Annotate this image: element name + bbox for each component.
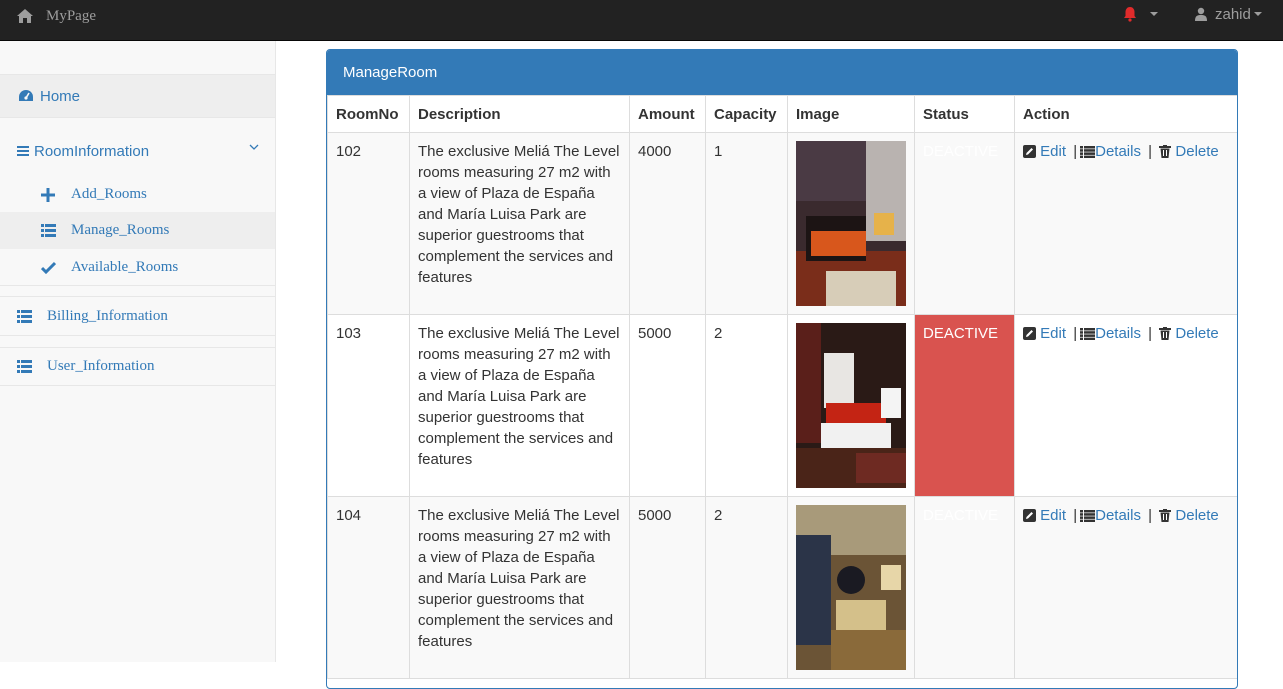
rooms-table: RoomNo Description Amount Capacity Image…: [327, 95, 1237, 679]
sidebar-item-label: Home: [40, 87, 81, 105]
list-icon: [17, 360, 32, 373]
room-no: 103: [327, 314, 410, 497]
user-name: zahid: [1215, 5, 1251, 23]
sidebar-item-label: RoomInformation: [34, 142, 150, 160]
sidebar-item-label: Add_Rooms: [71, 186, 147, 202]
action-separator: |: [1073, 507, 1078, 524]
sidebar-item-roominformation[interactable]: RoomInformation: [0, 129, 275, 173]
delete-link[interactable]: Delete: [1175, 143, 1218, 160]
column-header: Amount: [629, 95, 706, 133]
chevron-down-icon: [1253, 12, 1262, 16]
room-no: 104: [327, 496, 410, 679]
room-image-cell: [787, 314, 915, 497]
trash-icon: [1159, 509, 1172, 522]
sidebar-item-label: Manage_Rooms: [71, 222, 170, 238]
column-header: Image: [787, 95, 915, 133]
room-amount: 4000: [629, 132, 706, 315]
table-row: 102 The exclusive Meliá The Level rooms …: [327, 132, 1237, 315]
manage-room-panel: ManageRoom RoomNo Description Amount Cap…: [326, 49, 1238, 689]
sidebar-item-label: User_Information: [47, 358, 155, 374]
bell-icon: [1124, 7, 1136, 22]
panel-title: ManageRoom: [327, 50, 1237, 95]
sidebar-item-label: Billing_Information: [47, 307, 168, 324]
sidebar-subitem-add-rooms[interactable]: Add_Rooms: [0, 176, 275, 213]
status-badge: DEACTIVE: [914, 314, 1015, 497]
chevron-down-icon: [1150, 12, 1158, 16]
sidebar-subitem-manage-rooms[interactable]: Manage_Rooms: [0, 212, 275, 249]
list-icon: [1080, 328, 1096, 340]
details-link[interactable]: Details: [1095, 325, 1141, 342]
action-separator: |: [1073, 325, 1078, 342]
row-actions: Edit | Details | Delete: [1014, 496, 1237, 679]
check-icon: [41, 261, 56, 274]
room-description: The exclusive Meliá The Level rooms meas…: [409, 132, 630, 315]
list-icon: [1080, 510, 1096, 522]
home-icon: [17, 9, 33, 23]
action-separator: |: [1148, 507, 1153, 524]
list-icon: [17, 309, 32, 323]
user-dropdown[interactable]: zahid: [1194, 0, 1262, 28]
room-image: [796, 141, 906, 306]
trash-icon: [1159, 145, 1172, 158]
status-badge: DEACTIVE: [914, 132, 1015, 315]
dashboard-icon: [19, 90, 33, 101]
row-actions: Edit | Details | Delete: [1014, 132, 1237, 315]
column-header: Description: [409, 95, 630, 133]
list-icon: [41, 224, 56, 237]
list-icon: [1080, 146, 1096, 158]
edit-icon: [1023, 145, 1036, 158]
room-description: The exclusive Meliá The Level rooms meas…: [409, 496, 630, 679]
table-header-row: RoomNo Description Amount Capacity Image…: [327, 95, 1237, 133]
row-actions: Edit | Details | Delete: [1014, 314, 1237, 497]
table-row: 103 The exclusive Meliá The Level rooms …: [327, 314, 1237, 497]
edit-icon: [1023, 327, 1036, 340]
edit-link[interactable]: Edit: [1040, 507, 1066, 524]
sidebar-subitem-available-rooms[interactable]: Available_Rooms: [0, 249, 275, 286]
room-amount: 5000: [629, 314, 706, 497]
user-icon: [1195, 7, 1207, 21]
delete-link[interactable]: Delete: [1175, 507, 1218, 524]
room-image: [796, 323, 906, 488]
delete-link[interactable]: Delete: [1175, 325, 1218, 342]
column-header: Capacity: [705, 95, 788, 133]
room-description: The exclusive Meliá The Level rooms meas…: [409, 314, 630, 497]
room-capacity: 2: [705, 496, 788, 679]
action-separator: |: [1148, 143, 1153, 160]
room-image: [796, 505, 906, 670]
column-header: Status: [914, 95, 1015, 133]
room-image-cell: [787, 496, 915, 679]
column-header: Action: [1014, 95, 1237, 133]
top-navbar: MyPage zahid: [0, 0, 1283, 41]
room-no: 102: [327, 132, 410, 315]
brand-link[interactable]: MyPage: [16, 0, 96, 32]
table-row: 104 The exclusive Meliá The Level rooms …: [327, 496, 1237, 679]
action-separator: |: [1148, 325, 1153, 342]
notifications-dropdown[interactable]: [1122, 0, 1158, 28]
sidebar: Home RoomInformation Add_Rooms Manage_Ro…: [0, 41, 276, 662]
edit-icon: [1023, 509, 1036, 522]
brand-name: MyPage: [46, 7, 96, 24]
room-capacity: 2: [705, 314, 788, 497]
edit-link[interactable]: Edit: [1040, 325, 1066, 342]
action-separator: |: [1073, 143, 1078, 160]
room-amount: 5000: [629, 496, 706, 679]
trash-icon: [1159, 327, 1172, 340]
sidebar-item-billing-information[interactable]: Billing_Information: [0, 296, 275, 336]
details-link[interactable]: Details: [1095, 143, 1141, 160]
room-capacity: 1: [705, 132, 788, 315]
sidebar-item-home[interactable]: Home: [0, 74, 275, 118]
room-image-cell: [787, 132, 915, 315]
plus-icon: [41, 187, 55, 202]
chevron-down-icon: [249, 144, 259, 150]
details-link[interactable]: Details: [1095, 507, 1141, 524]
column-header: RoomNo: [327, 95, 410, 133]
sidebar-item-user-information[interactable]: User_Information: [0, 347, 275, 386]
edit-link[interactable]: Edit: [1040, 143, 1066, 160]
menu-icon: [17, 146, 29, 156]
status-badge: DEACTIVE: [914, 496, 1015, 679]
sidebar-item-label: Available_Rooms: [71, 258, 179, 275]
